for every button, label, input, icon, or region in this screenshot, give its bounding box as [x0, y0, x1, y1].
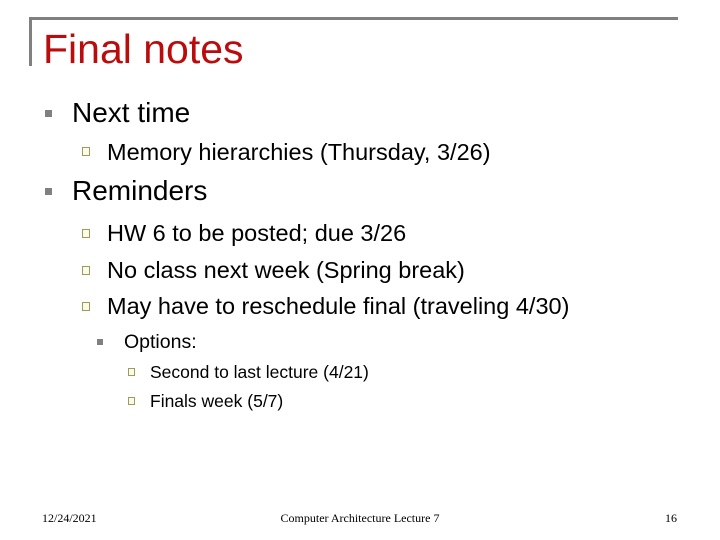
- bullet-option-second-to-last: Second to last lecture (4/21): [150, 362, 369, 382]
- square-bullet-icon: [45, 188, 52, 195]
- bullet-no-class: No class next week (Spring break): [107, 257, 465, 283]
- bullet-memory-hierarchies: Memory hierarchies (Thursday, 3/26): [107, 139, 491, 165]
- square-bullet-icon: [45, 110, 52, 117]
- footer-page-number: 16: [665, 511, 677, 525]
- footer-course-title: Computer Architecture Lecture 7: [280, 511, 440, 525]
- bullet-next-time: Next time: [72, 97, 191, 128]
- bullet-option-finals-week: Finals week (5/7): [150, 391, 284, 411]
- hollow-square-bullet-icon: [82, 302, 90, 311]
- slide-title: Final notes: [43, 26, 244, 72]
- hollow-square-bullet-icon: [128, 397, 135, 405]
- bullet-options: Options:: [124, 331, 197, 353]
- square-bullet-icon: [97, 339, 103, 345]
- title-frame-left-border: [29, 17, 32, 66]
- bullet-hw6: HW 6 to be posted; due 3/26: [107, 220, 407, 246]
- hollow-square-bullet-icon: [82, 229, 90, 238]
- bullet-reschedule-final: May have to reschedule final (traveling …: [107, 293, 570, 319]
- hollow-square-bullet-icon: [128, 368, 135, 376]
- hollow-square-bullet-icon: [82, 266, 90, 275]
- bullet-reminders: Reminders: [72, 175, 208, 206]
- title-frame-top-border: [29, 17, 678, 20]
- hollow-square-bullet-icon: [82, 147, 90, 156]
